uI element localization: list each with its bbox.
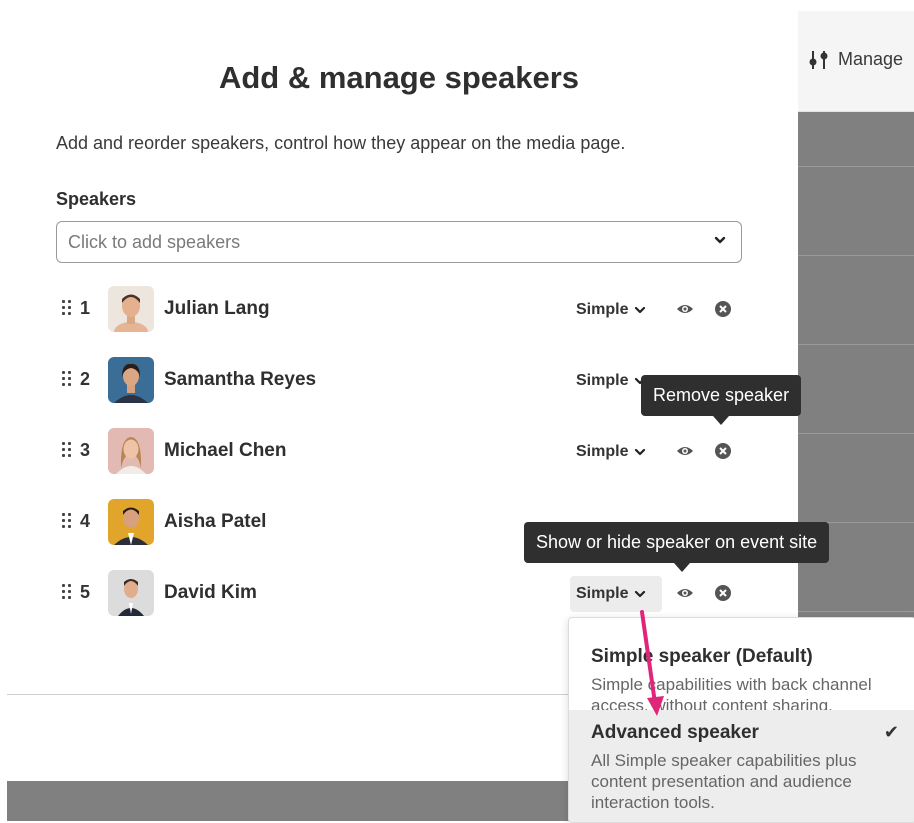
sliders-icon: [809, 50, 828, 69]
speaker-name: Samantha Reyes: [164, 369, 317, 390]
tooltip-text: Show or hide speaker on event site: [536, 532, 818, 552]
avatar: [108, 428, 154, 474]
side-panel-header: Manage: [798, 11, 914, 112]
remove-icon[interactable]: [714, 442, 732, 460]
side-divider: [798, 433, 914, 434]
role-dropdown[interactable]: Simple: [570, 434, 662, 470]
chevron-down-icon: [635, 448, 646, 456]
eye-icon[interactable]: [676, 442, 694, 460]
eye-icon[interactable]: [676, 300, 694, 318]
drag-handle-icon[interactable]: [62, 300, 72, 316]
drag-handle-icon[interactable]: [62, 371, 72, 387]
option-title: Advanced speaker: [591, 722, 759, 743]
speaker-row: 1 Julian Lang Simple: [56, 286, 746, 332]
add-speakers-select[interactable]: Click to add speakers: [56, 221, 742, 263]
side-divider: [798, 611, 914, 612]
role-label: Simple: [576, 301, 629, 318]
speaker-number: 3: [80, 440, 91, 460]
speaker-number: 4: [80, 511, 91, 531]
role-label: Simple: [576, 372, 629, 389]
modal-description: Add and reorder speakers, control how th…: [56, 133, 626, 153]
speakers-label: Speakers: [56, 189, 137, 209]
modal-title: Add & manage speakers: [218, 60, 580, 95]
avatar: [108, 570, 154, 616]
remove-icon[interactable]: [714, 300, 732, 318]
role-dropdown[interactable]: Simple: [570, 292, 662, 328]
drag-handle-icon[interactable]: [62, 442, 72, 458]
speaker-row: 5 David Kim Simple: [56, 570, 746, 616]
speaker-name: Michael Chen: [164, 440, 287, 461]
role-menu: Simple speaker (Default) Simple capabili…: [568, 617, 914, 823]
manage-button[interactable]: Manage: [808, 49, 903, 70]
tooltip-arrow: [674, 563, 690, 572]
speaker-number: 5: [80, 582, 91, 602]
remove-icon[interactable]: [714, 584, 732, 602]
option-description: Simple capabilities with back channel ac…: [591, 675, 872, 710]
role-option-simple[interactable]: Simple speaker (Default) Simple capabili…: [569, 618, 914, 710]
avatar: [108, 357, 154, 403]
role-label: Simple: [576, 443, 629, 460]
tooltip-arrow: [713, 416, 729, 425]
speaker-number: 2: [80, 369, 91, 389]
speaker-name: Aisha Patel: [164, 511, 267, 532]
chevron-down-icon: [714, 236, 726, 244]
speaker-number: 1: [80, 298, 91, 318]
eye-icon[interactable]: [676, 584, 694, 602]
avatar: [108, 286, 154, 332]
manage-label: Manage: [838, 49, 904, 69]
avatar: [108, 499, 154, 545]
side-divider: [798, 344, 914, 345]
role-label: Simple: [576, 585, 629, 602]
select-placeholder: Click to add speakers: [68, 232, 241, 252]
side-divider: [798, 255, 914, 256]
option-description: All Simple speaker capabilities plus con…: [591, 751, 857, 812]
drag-handle-icon[interactable]: [62, 584, 72, 600]
chevron-down-icon: [635, 306, 646, 314]
speaker-name: David Kim: [164, 582, 257, 603]
remove-speaker-tooltip: Remove speaker: [641, 375, 802, 425]
tooltip-text: Remove speaker: [653, 385, 790, 405]
visibility-tooltip: Show or hide speaker on event site: [524, 522, 830, 572]
side-divider: [798, 166, 914, 167]
chevron-down-icon: [635, 590, 646, 598]
checkmark-icon: ✔: [883, 722, 899, 742]
option-title: Simple speaker (Default): [591, 646, 813, 667]
role-dropdown[interactable]: Simple: [570, 576, 662, 612]
drag-handle-icon[interactable]: [62, 513, 72, 529]
speaker-name: Julian Lang: [164, 298, 270, 319]
role-option-advanced[interactable]: Advanced speaker ✔ All Simple speaker ca…: [569, 710, 914, 822]
speaker-row: 3 Michael Chen Simple: [56, 428, 746, 474]
